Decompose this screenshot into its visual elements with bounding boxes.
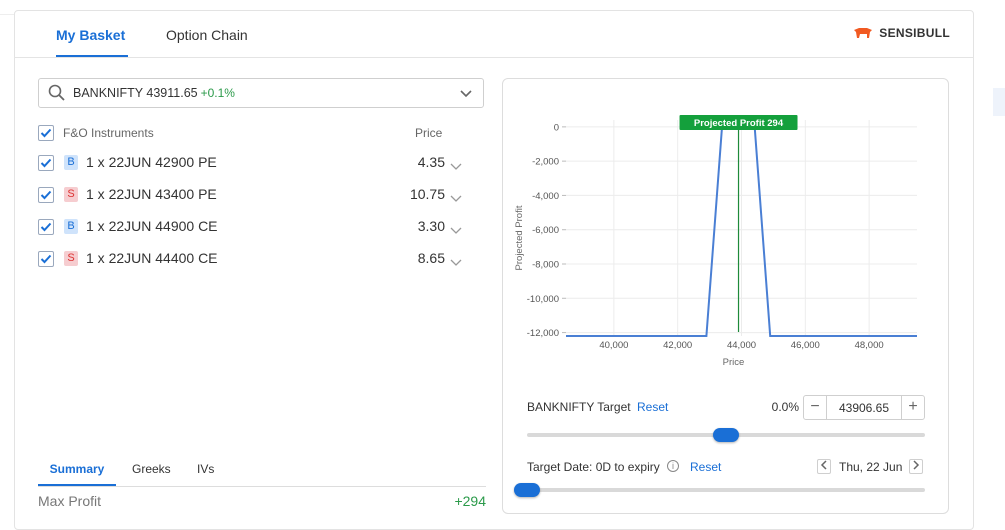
target-date-value: Thu, 22 Jun bbox=[839, 460, 903, 474]
chevron-down-icon[interactable] bbox=[450, 254, 462, 272]
info-icon[interactable]: i bbox=[667, 460, 679, 472]
chevron-left-icon bbox=[820, 460, 827, 470]
instrument-price[interactable]: 10.75 bbox=[385, 186, 445, 202]
instrument-name: 1 x 22JUN 42900 PE bbox=[86, 154, 217, 170]
sell-badge[interactable]: S bbox=[64, 187, 78, 202]
instrument-name: 1 x 22JUN 43400 PE bbox=[86, 186, 217, 202]
sell-badge[interactable]: S bbox=[64, 251, 78, 266]
row-checkbox[interactable] bbox=[38, 155, 54, 171]
payoff-card bbox=[502, 78, 949, 514]
target-date-reset-link[interactable]: Reset bbox=[690, 460, 721, 474]
row-checkbox[interactable] bbox=[38, 251, 54, 267]
tab-option-chain[interactable]: Option Chain bbox=[166, 10, 248, 57]
summary-tabs: Summary Greeks IVs bbox=[38, 456, 486, 487]
target-date-label: Target Date: 0D to expiry bbox=[527, 460, 660, 474]
search-symbol: BANKNIFTY 43911.65 bbox=[73, 86, 198, 100]
tab-summary[interactable]: Summary bbox=[38, 456, 116, 486]
check-icon bbox=[40, 190, 52, 200]
row-checkbox[interactable] bbox=[38, 219, 54, 235]
buy-badge[interactable]: B bbox=[64, 219, 78, 234]
instrument-search[interactable]: BANKNIFTY 43911.65 +0.1% bbox=[38, 78, 484, 108]
tab-ivs[interactable]: IVs bbox=[197, 456, 214, 486]
background-panel-edge bbox=[993, 88, 1005, 116]
target-percent: 0.0% bbox=[771, 400, 799, 414]
instrument-price[interactable]: 3.30 bbox=[385, 218, 445, 234]
target-reset-link[interactable]: Reset bbox=[637, 400, 668, 414]
price-header: Price bbox=[415, 126, 443, 140]
instrument-name: 1 x 22JUN 44400 CE bbox=[86, 250, 218, 266]
prev-date-button[interactable] bbox=[817, 459, 831, 474]
target-price-input[interactable] bbox=[826, 396, 902, 419]
instruments-header: F&O Instruments bbox=[63, 126, 154, 140]
instrument-name: 1 x 22JUN 44900 CE bbox=[86, 218, 218, 234]
top-tabs: My Basket Option Chain bbox=[14, 10, 974, 58]
select-all-checkbox[interactable] bbox=[38, 125, 54, 141]
target-label: BANKNIFTY Target bbox=[527, 400, 631, 414]
max-profit-value: +294 bbox=[454, 493, 486, 509]
tab-greeks[interactable]: Greeks bbox=[132, 456, 171, 486]
check-icon bbox=[40, 222, 52, 232]
chevron-down-icon[interactable] bbox=[450, 222, 462, 240]
chevron-down-icon[interactable] bbox=[459, 89, 473, 99]
increment-button[interactable]: + bbox=[902, 396, 924, 419]
check-icon bbox=[40, 158, 52, 168]
date-slider-track[interactable] bbox=[527, 488, 925, 492]
date-slider-thumb[interactable] bbox=[514, 483, 540, 497]
target-stepper: − + bbox=[803, 395, 925, 420]
buy-badge[interactable]: B bbox=[64, 155, 78, 170]
chevron-right-icon bbox=[913, 460, 920, 470]
check-icon bbox=[40, 254, 52, 264]
next-date-button[interactable] bbox=[909, 459, 923, 474]
chevron-down-icon[interactable] bbox=[450, 158, 462, 176]
background-edge bbox=[0, 14, 14, 35]
tab-my-basket[interactable]: My Basket bbox=[56, 10, 128, 57]
check-icon bbox=[40, 128, 52, 138]
brand-name: SENSIBULL bbox=[879, 26, 950, 40]
instrument-price[interactable]: 8.65 bbox=[385, 250, 445, 266]
decrement-button[interactable]: − bbox=[804, 396, 826, 419]
sensibull-logo: SENSIBULL bbox=[853, 26, 950, 40]
search-icon bbox=[48, 84, 65, 101]
search-change: +0.1% bbox=[200, 86, 235, 100]
chevron-down-icon[interactable] bbox=[450, 190, 462, 208]
target-slider-thumb[interactable] bbox=[713, 428, 739, 442]
max-profit-label: Max Profit bbox=[38, 493, 102, 509]
row-checkbox[interactable] bbox=[38, 187, 54, 203]
instrument-price[interactable]: 4.35 bbox=[385, 154, 445, 170]
bull-icon bbox=[854, 28, 873, 38]
